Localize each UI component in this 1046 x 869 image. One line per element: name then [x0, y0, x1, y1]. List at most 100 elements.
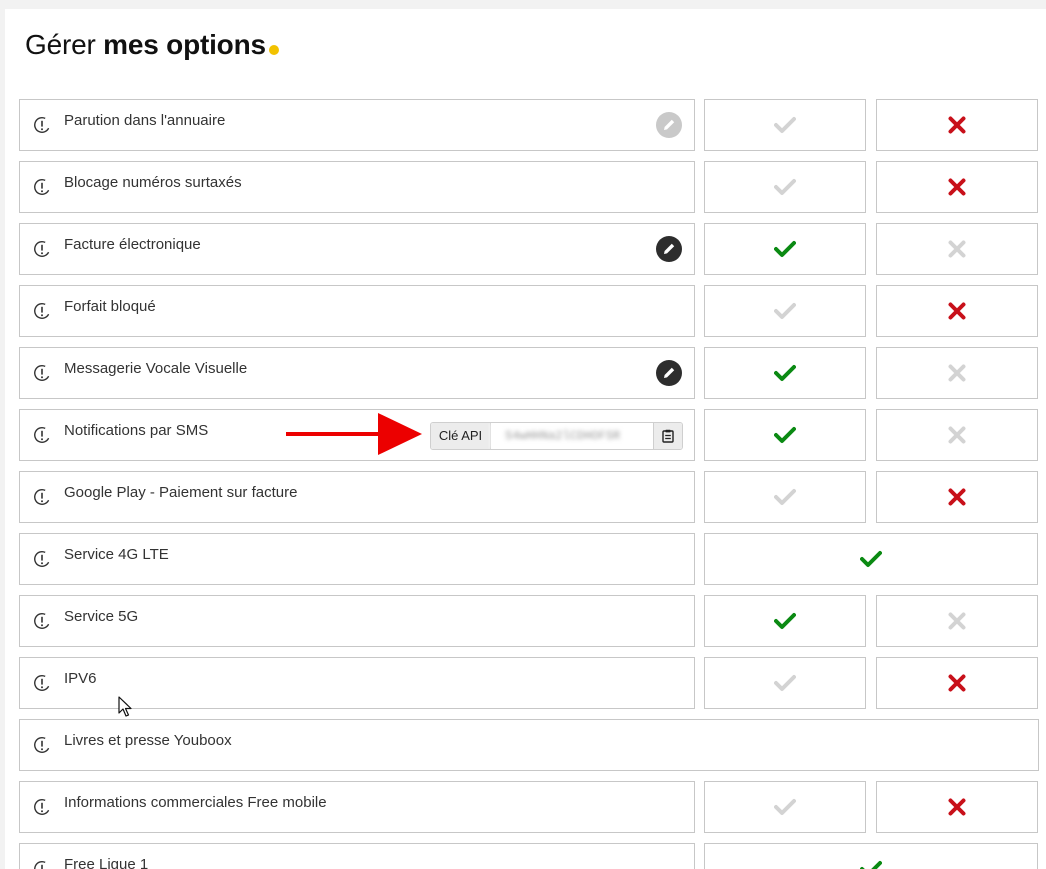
option-label-box: Blocage numéros surtaxés — [19, 161, 695, 213]
option-label: Service 5G — [64, 608, 139, 625]
red-arrow-annotation — [286, 413, 422, 455]
info-icon[interactable] — [33, 116, 51, 134]
info-icon[interactable] — [33, 736, 51, 754]
check-icon — [774, 675, 796, 691]
option-enable-cell[interactable] — [704, 347, 866, 399]
check-icon — [774, 179, 796, 195]
copy-api-key-button[interactable] — [653, 423, 682, 449]
option-disable-cell[interactable] — [876, 781, 1038, 833]
info-icon[interactable] — [33, 240, 51, 258]
option-row: Free Ligue 1 — [19, 843, 1039, 869]
api-key-group: Clé API — [430, 422, 683, 450]
option-label: Free Ligue 1 — [64, 856, 149, 869]
cross-icon — [948, 302, 966, 320]
info-icon[interactable] — [33, 612, 51, 630]
option-label-box: Facture électronique — [19, 223, 695, 275]
option-label: Service 4G LTE — [64, 546, 169, 563]
option-row: Service 4G LTE — [19, 533, 1039, 585]
option-label: Blocage numéros surtaxés — [64, 174, 242, 191]
check-icon — [860, 861, 882, 869]
cross-icon — [948, 612, 966, 630]
option-disable-cell[interactable] — [876, 99, 1038, 151]
edit-button[interactable] — [656, 112, 682, 138]
pencil-icon — [664, 243, 675, 254]
option-label: Google Play - Paiement sur facture — [64, 484, 298, 501]
option-enable-cell[interactable] — [704, 471, 866, 523]
info-icon[interactable] — [33, 674, 51, 692]
option-label-box: Free Ligue 1 — [19, 843, 695, 869]
cross-icon — [948, 364, 966, 382]
option-enable-cell[interactable] — [704, 781, 866, 833]
option-status-cell — [704, 533, 1038, 585]
page-title-light: Gérer — [25, 29, 104, 60]
option-enable-cell[interactable] — [704, 595, 866, 647]
option-enable-cell[interactable] — [704, 161, 866, 213]
option-label-box: Service 5G — [19, 595, 695, 647]
option-row: Google Play - Paiement sur facture — [19, 471, 1039, 523]
info-icon[interactable] — [33, 550, 51, 568]
option-label: Facture électronique — [64, 236, 201, 253]
option-row: Livres et presse Youboox — [19, 719, 1039, 771]
cross-icon — [948, 426, 966, 444]
check-icon — [774, 241, 796, 257]
option-disable-cell[interactable] — [876, 285, 1038, 337]
option-enable-cell[interactable] — [704, 223, 866, 275]
cross-icon — [948, 116, 966, 134]
option-label-box: Livres et presse Youboox — [19, 719, 1039, 771]
cross-icon — [948, 798, 966, 816]
option-enable-cell[interactable] — [704, 657, 866, 709]
info-icon[interactable] — [33, 178, 51, 196]
pencil-icon — [664, 367, 675, 378]
option-enable-cell[interactable] — [704, 99, 866, 151]
title-accent-dot — [268, 45, 279, 55]
check-icon — [774, 489, 796, 505]
info-icon[interactable] — [33, 302, 51, 320]
option-label-box: Informations commerciales Free mobile — [19, 781, 695, 833]
page-title-bold: mes options — [103, 29, 266, 60]
option-label: Forfait bloqué — [64, 298, 156, 315]
option-label: Notifications par SMS — [64, 422, 209, 439]
info-icon[interactable] — [33, 798, 51, 816]
clipboard-icon — [662, 429, 674, 443]
option-disable-cell[interactable] — [876, 409, 1038, 461]
option-disable-cell[interactable] — [876, 595, 1038, 647]
option-status-cell — [704, 843, 1038, 869]
info-icon[interactable] — [33, 426, 51, 444]
info-icon[interactable] — [33, 860, 51, 869]
option-row: Service 5G — [19, 595, 1039, 647]
cross-icon — [948, 240, 966, 258]
option-row: Messagerie Vocale Visuelle — [19, 347, 1039, 399]
option-row: Notifications par SMS Clé API — [19, 409, 1039, 461]
pencil-icon — [664, 119, 675, 130]
cross-icon — [948, 488, 966, 506]
check-icon — [860, 551, 882, 567]
edit-button[interactable] — [656, 236, 682, 262]
option-row: IPV6 — [19, 657, 1039, 709]
option-row: Parution dans l'annuaire — [19, 99, 1039, 151]
option-disable-cell[interactable] — [876, 223, 1038, 275]
mouse-cursor-icon — [118, 696, 132, 717]
option-label-box: Google Play - Paiement sur facture — [19, 471, 695, 523]
option-disable-cell[interactable] — [876, 347, 1038, 399]
cross-icon — [948, 178, 966, 196]
page-title: Gérer mes options — [25, 29, 279, 61]
option-label: Messagerie Vocale Visuelle — [64, 360, 248, 377]
api-key-label: Clé API — [431, 423, 491, 449]
check-icon — [774, 799, 796, 815]
info-icon[interactable] — [33, 488, 51, 506]
option-label-box: Forfait bloqué — [19, 285, 695, 337]
option-enable-cell[interactable] — [704, 285, 866, 337]
info-icon[interactable] — [33, 364, 51, 382]
cross-icon — [948, 674, 966, 692]
api-key-input[interactable] — [491, 423, 653, 449]
option-label-box: Messagerie Vocale Visuelle — [19, 347, 695, 399]
option-disable-cell[interactable] — [876, 657, 1038, 709]
option-label: IPV6 — [64, 670, 97, 687]
edit-button[interactable] — [656, 360, 682, 386]
option-disable-cell[interactable] — [876, 471, 1038, 523]
option-row: Blocage numéros surtaxés — [19, 161, 1039, 213]
option-label-box: Service 4G LTE — [19, 533, 695, 585]
option-row: Facture électronique — [19, 223, 1039, 275]
option-disable-cell[interactable] — [876, 161, 1038, 213]
option-enable-cell[interactable] — [704, 409, 866, 461]
